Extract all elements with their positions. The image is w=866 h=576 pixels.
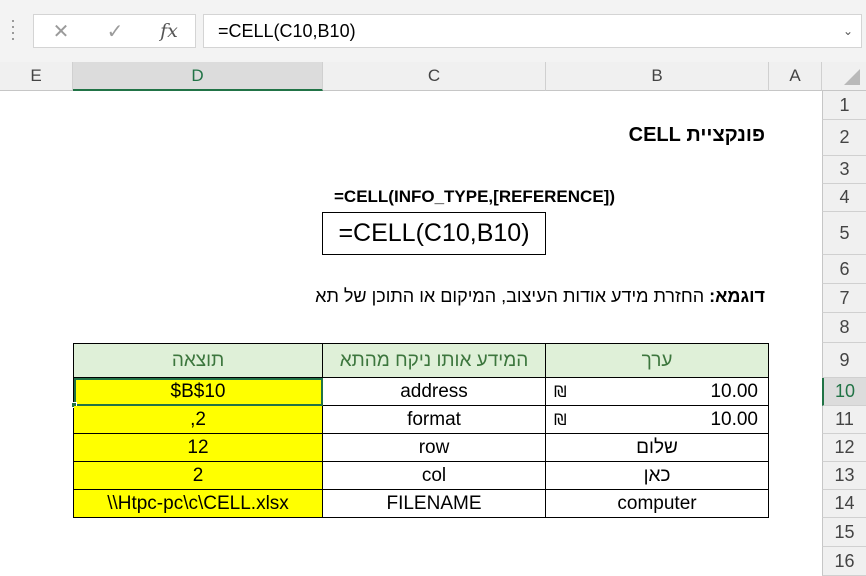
formula-buttons: ✕ ✓ fx: [33, 14, 196, 48]
info-cell[interactable]: row: [323, 434, 546, 462]
row-header-10[interactable]: 10: [822, 378, 866, 406]
column-header-a[interactable]: A: [769, 62, 822, 91]
result-cell[interactable]: 2: [74, 462, 323, 490]
page-title: פונקציית CELL: [628, 124, 765, 146]
header-value[interactable]: ערך: [546, 344, 769, 378]
formula-input[interactable]: =CELL(C10,B10) ⌄: [203, 14, 862, 48]
column-header-b[interactable]: B: [546, 62, 769, 91]
row-header-2[interactable]: 2: [822, 120, 866, 156]
currency-symbol: ₪: [554, 382, 567, 401]
select-all-icon: [844, 69, 860, 85]
row-header-5[interactable]: 5: [822, 212, 866, 255]
result-cell[interactable]: \\Htpc-pc\c\CELL.xlsx: [74, 490, 323, 518]
insert-function-button[interactable]: fx: [142, 15, 196, 47]
value-cell[interactable]: computer: [546, 490, 769, 518]
row-header-14[interactable]: 14: [822, 490, 866, 518]
info-cell[interactable]: format: [323, 406, 546, 434]
row-header-11[interactable]: 11: [822, 406, 866, 434]
row-header-3[interactable]: 3: [822, 156, 866, 184]
currency-symbol: ₪: [554, 410, 567, 429]
formula-text: =CELL(C10,B10): [218, 20, 356, 41]
example-text: החזרת מידע אודות העיצוב, המיקום או התוכן…: [315, 286, 710, 306]
header-info[interactable]: המידע אותו ניקח מהתא: [323, 344, 546, 378]
cancel-icon[interactable]: ✕: [34, 15, 88, 47]
syntax-text: =CELL(INFO_TYPE,[REFERENCE]): [334, 187, 615, 206]
result-cell[interactable]: $B$10: [74, 378, 323, 406]
example-description: דוגמא: החזרת מידע אודות העיצוב, המיקום א…: [240, 286, 765, 312]
result-cell[interactable]: ,2: [74, 406, 323, 434]
header-result[interactable]: תוצאה: [74, 344, 323, 378]
row-header-1[interactable]: 1: [822, 91, 866, 120]
enter-icon[interactable]: ✓: [88, 15, 142, 47]
column-header-c[interactable]: C: [323, 62, 546, 91]
row-header-15[interactable]: 15: [822, 518, 866, 547]
row-header-7[interactable]: 7: [822, 284, 866, 313]
value-cell[interactable]: כאן: [546, 462, 769, 490]
result-cell[interactable]: 12: [74, 434, 323, 462]
column-header-e[interactable]: E: [0, 62, 73, 91]
row-header-8[interactable]: 8: [822, 313, 866, 343]
chevron-down-icon[interactable]: ⌄: [843, 24, 853, 38]
row-header-9[interactable]: 9: [822, 343, 866, 378]
example-label: דוגמא:: [709, 286, 765, 306]
value-cell[interactable]: שלום: [546, 434, 769, 462]
info-cell[interactable]: address: [323, 378, 546, 406]
select-all-corner[interactable]: [822, 62, 866, 91]
drag-handle-icon[interactable]: [8, 20, 18, 42]
value-text: 10.00: [710, 380, 758, 402]
info-cell[interactable]: col: [323, 462, 546, 490]
row-header-16[interactable]: 16: [822, 547, 866, 576]
row-header-4[interactable]: 4: [822, 184, 866, 212]
row-header-6[interactable]: 6: [822, 255, 866, 284]
value-text: 10.00: [710, 408, 758, 430]
formula-example-box: =CELL(C10,B10): [322, 212, 546, 255]
row-header-12[interactable]: 12: [822, 434, 866, 462]
row-header-13[interactable]: 13: [822, 462, 866, 490]
info-cell[interactable]: FILENAME: [323, 490, 546, 518]
value-cell[interactable]: ₪ 10.00: [546, 378, 769, 406]
value-cell[interactable]: ₪ 10.00: [546, 406, 769, 434]
column-header-d[interactable]: D: [73, 62, 323, 91]
